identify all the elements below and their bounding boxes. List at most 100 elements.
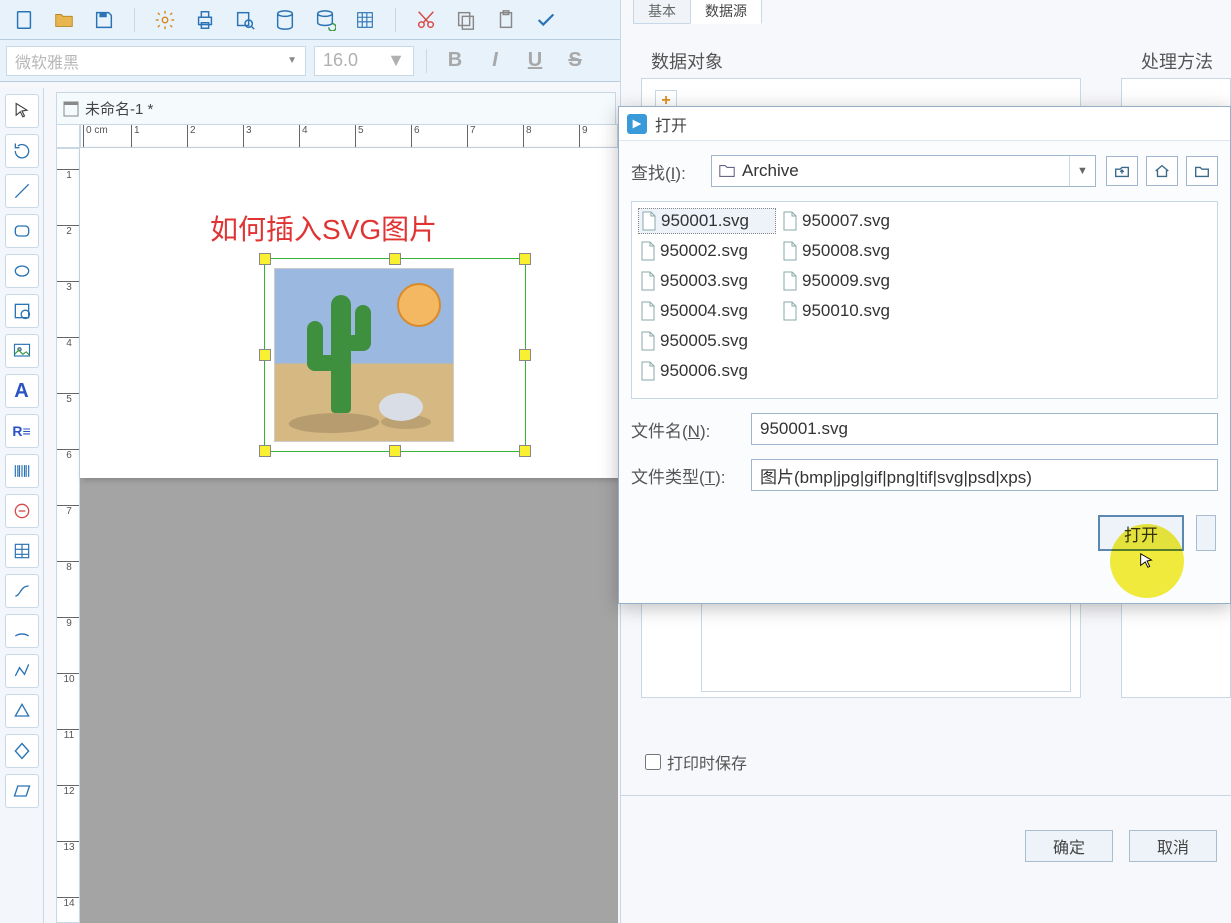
horizontal-ruler: 0 cm 123456789: [80, 124, 618, 148]
font-name-combo[interactable]: 微软雅黑 ▼: [6, 46, 306, 76]
barcode-tool-icon[interactable]: [5, 454, 39, 488]
file-item[interactable]: 950004.svg: [638, 298, 776, 324]
lookup-label: 查找(I):: [631, 159, 701, 184]
database-refresh-icon[interactable]: [311, 6, 339, 34]
richtext-tool-icon[interactable]: R≡: [5, 414, 39, 448]
arc-tool-icon[interactable]: [5, 614, 39, 648]
database-icon[interactable]: [271, 6, 299, 34]
new-file-icon[interactable]: [10, 6, 38, 34]
dialog-icon: [627, 114, 647, 134]
canvas-area[interactable]: 如何插入SVG图片: [80, 148, 618, 923]
ok-button[interactable]: 确定: [1025, 830, 1113, 862]
underline-button[interactable]: U: [519, 46, 551, 76]
grid-icon[interactable]: [351, 6, 379, 34]
resize-handle-ne[interactable]: [519, 253, 531, 265]
new-folder-icon[interactable]: [1186, 156, 1218, 186]
save-icon[interactable]: [90, 6, 118, 34]
filename-input[interactable]: [751, 413, 1218, 445]
cancel-button[interactable]: 取消: [1129, 830, 1217, 862]
ruler-tick: 4: [299, 125, 308, 148]
resize-handle-w[interactable]: [259, 349, 271, 361]
shape-tool-icon[interactable]: [5, 294, 39, 328]
cut-icon[interactable]: [412, 6, 440, 34]
resize-handle-n[interactable]: [389, 253, 401, 265]
rounded-rect-tool-icon[interactable]: [5, 214, 39, 248]
copy-icon[interactable]: [452, 6, 480, 34]
ruler-tick: 12: [57, 785, 80, 797]
italic-button[interactable]: I: [479, 46, 511, 76]
stamp-tool-icon[interactable]: [5, 494, 39, 528]
polyline-tool-icon[interactable]: [5, 654, 39, 688]
tab-datasource[interactable]: 数据源: [690, 0, 762, 24]
diamond-tool-icon[interactable]: [5, 734, 39, 768]
file-name: 950008.svg: [802, 241, 890, 261]
resize-handle-sw[interactable]: [259, 445, 271, 457]
table-tool-icon[interactable]: [5, 534, 39, 568]
dialog-titlebar[interactable]: 打开: [619, 107, 1230, 141]
chevron-down-icon[interactable]: ▼: [1069, 156, 1095, 186]
save-on-print-label: 打印时保存: [667, 750, 747, 774]
file-item[interactable]: 950006.svg: [638, 358, 776, 384]
parallelogram-tool-icon[interactable]: [5, 774, 39, 808]
file-item[interactable]: 950009.svg: [780, 268, 918, 294]
open-button[interactable]: 打开: [1098, 515, 1184, 551]
resize-handle-nw[interactable]: [259, 253, 271, 265]
file-item[interactable]: 950007.svg: [780, 208, 918, 234]
open-file-icon[interactable]: [50, 6, 78, 34]
file-item[interactable]: 950003.svg: [638, 268, 776, 294]
toolbar-separator: [395, 8, 396, 32]
paste-icon[interactable]: [492, 6, 520, 34]
ruler-tick: 1: [57, 169, 80, 181]
file-item[interactable]: 950008.svg: [780, 238, 918, 264]
resize-handle-se[interactable]: [519, 445, 531, 457]
file-item[interactable]: 950002.svg: [638, 238, 776, 264]
heading-text: 如何插入SVG图片: [210, 208, 437, 248]
resize-handle-e[interactable]: [519, 349, 531, 361]
file-item[interactable]: 950010.svg: [780, 298, 918, 324]
image-tool-icon[interactable]: [5, 334, 39, 368]
settings-icon[interactable]: [151, 6, 179, 34]
filename-row: 文件名(N):: [631, 413, 1218, 445]
print-preview-icon[interactable]: [231, 6, 259, 34]
tab-basic[interactable]: 基本: [633, 0, 691, 24]
text-tool-icon[interactable]: A: [5, 374, 39, 408]
strikethrough-button[interactable]: S: [559, 46, 591, 76]
font-size-combo[interactable]: 16.0 ▼: [314, 46, 414, 76]
print-icon[interactable]: [191, 6, 219, 34]
triangle-tool-icon[interactable]: [5, 694, 39, 728]
check-icon[interactable]: [532, 6, 560, 34]
selection-frame[interactable]: [264, 258, 526, 452]
file-list[interactable]: 950001.svg 950002.svg 950003.svg 950004.svg…: [631, 201, 1218, 399]
ruler-tick: 4: [57, 337, 80, 349]
ruler-tick: 3: [57, 281, 80, 293]
line-tool-icon[interactable]: [5, 174, 39, 208]
pointer-tool-icon[interactable]: [5, 94, 39, 128]
up-folder-icon[interactable]: [1106, 156, 1138, 186]
ruler-tick: 2: [187, 125, 196, 148]
vertical-ruler: 1234567891011121314: [56, 148, 80, 923]
font-name-value: 微软雅黑: [15, 49, 79, 73]
lookup-combo[interactable]: Archive ▼: [711, 155, 1096, 187]
lookup-value: Archive: [742, 161, 1069, 181]
save-on-print-checkbox[interactable]: [645, 754, 661, 770]
ellipse-tool-icon[interactable]: [5, 254, 39, 288]
ruler-tick: 6: [57, 449, 80, 461]
rotate-tool-icon[interactable]: [5, 134, 39, 168]
ruler-tick: 8: [523, 125, 532, 148]
file-name: 950010.svg: [802, 301, 890, 321]
file-name: 950005.svg: [660, 331, 748, 351]
document-tab[interactable]: 未命名-1 *: [56, 92, 616, 124]
dropdown-button[interactable]: [1196, 515, 1216, 551]
file-item[interactable]: 950005.svg: [638, 328, 776, 354]
open-file-dialog: 打开 查找(I): Archive ▼ 950001.svg 950002.svg…: [618, 106, 1231, 604]
home-icon[interactable]: [1146, 156, 1178, 186]
ruler-tick: 2: [57, 225, 80, 237]
bold-button[interactable]: B: [439, 46, 471, 76]
file-item[interactable]: 950001.svg: [638, 208, 776, 234]
filetype-combo[interactable]: [751, 459, 1218, 491]
file-name: 950003.svg: [660, 271, 748, 291]
resize-handle-s[interactable]: [389, 445, 401, 457]
curve-tool-icon[interactable]: [5, 574, 39, 608]
dialog-title: 打开: [655, 112, 687, 136]
toolbar-separator: [134, 8, 135, 32]
